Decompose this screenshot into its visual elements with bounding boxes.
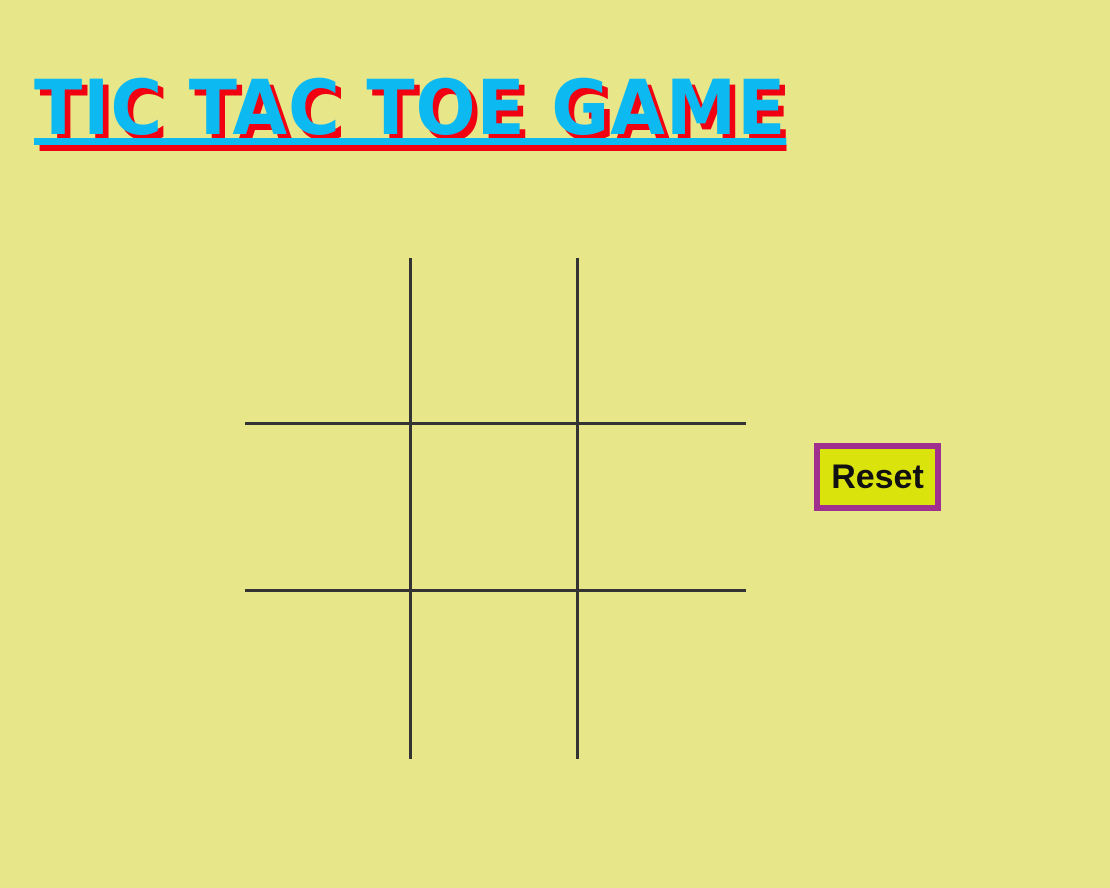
board-cell[interactable]	[245, 592, 412, 759]
board-cell[interactable]	[579, 425, 746, 592]
board-cell[interactable]	[412, 425, 579, 592]
board-cell[interactable]	[412, 258, 579, 425]
board-cell[interactable]	[579, 258, 746, 425]
page-title: TIC TAC TOE GAME	[34, 63, 787, 152]
board-cell[interactable]	[245, 425, 412, 592]
game-board	[245, 258, 746, 759]
board-cell[interactable]	[245, 258, 412, 425]
board-cell[interactable]	[412, 592, 579, 759]
board-cell[interactable]	[579, 592, 746, 759]
reset-button[interactable]: Reset	[814, 443, 941, 511]
